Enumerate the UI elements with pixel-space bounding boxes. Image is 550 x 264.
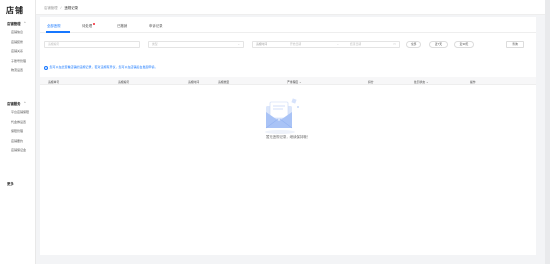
empty-state-text: 暂无违规记录，继续保持哦！ [265,135,311,139]
filter-icon: ⌄ [298,79,302,84]
column-header: 违规时间 [188,79,200,84]
date-start-placeholder: 开始日期 [290,42,302,46]
nav-group-more: 更多 [0,178,36,188]
tab-bar: 全部违规 待处理 已撤销 申诉记录 [40,17,536,33]
chevron-up-icon: ⌃ [23,101,27,105]
tab-appeals[interactable]: 申诉记录 [149,23,163,28]
breadcrumb-parent[interactable]: 店铺管理 [44,6,58,10]
tab-pending-label: 待处理 [82,24,93,28]
column-header[interactable]: 处罚状态 ⌄ [414,80,428,84]
filter-30days-button[interactable]: 近30天 [454,41,474,48]
nav-group-shop-service: 店铺服务 ⌃ 平台店铺保障 代金券设置 保障管理 店铺要约 店铺保证金 [0,98,36,156]
sidebar-item[interactable]: 子账号管理 [0,57,36,67]
column-header[interactable]: 严重程度 ⌄ [287,80,301,84]
sidebar-item[interactable]: 保障管理 [0,127,36,137]
column-header-label: 严重程度 [287,79,299,84]
nav-group-label: 店铺管理 [7,21,21,26]
sidebar-item[interactable]: 代金券设置 [0,118,36,128]
chevron-up-icon: ⌃ [23,21,27,25]
filter-icon: ⌄ [425,79,429,84]
breadcrumb-separator: / [60,6,62,10]
nav-group-title[interactable]: 店铺管理 ⌃ [0,18,36,28]
sidebar-item[interactable]: 店铺要约 [0,137,36,147]
breadcrumb: 店铺管理 / 违规记录 [44,5,78,10]
nav-group-title[interactable]: 更多 [0,178,36,188]
sidebar-item[interactable]: 店铺信息 [0,28,36,38]
main-card: 全部违规 待处理 已撤销 申诉记录 违规编号 类型 ⌄ 违规时间 开始日期 ~ … [40,17,536,255]
tab-all[interactable]: 全部违规 [47,23,61,28]
query-button[interactable]: 查询 [506,41,524,48]
date-end-placeholder: 结束日期 [350,42,362,46]
sidebar-item[interactable]: 平台店铺保障 [0,108,36,118]
column-header: 违规类型 [218,79,230,84]
tab-pending[interactable]: 待处理 [82,23,96,28]
filter-all-button[interactable]: 全部 [406,41,421,48]
info-notice: i 您可以在此查看店铺的违规记录，若对违规有异议，您可以在店铺后台发起申诉。 [44,65,158,70]
nav-group-shop-management: 店铺管理 ⌃ 店铺信息 店铺装修 店铺关系 子账号管理 物流设置 [0,18,36,76]
nav-group-label: 店铺服务 [7,101,21,106]
sidebar: 店铺 店铺管理 ⌃ 店铺信息 店铺装修 店铺关系 子账号管理 物流设置 店铺服务… [0,0,36,264]
sidebar-item[interactable]: 物流设置 [0,66,36,76]
breadcrumb-current: 违规记录 [64,6,78,10]
type-select[interactable]: 类型 ⌄ [148,41,244,48]
column-header-label: 处罚状态 [414,79,426,84]
chevron-down-icon: ⌄ [237,42,240,46]
sidebar-item[interactable]: 店铺保证金 [0,146,36,156]
app-logo: 店铺 [6,6,24,15]
top-header: 店铺管理 / 违规记录 [36,0,550,15]
calendar-icon: ▭ [393,42,396,46]
date-range-picker[interactable]: 违规时间 开始日期 ~ 结束日期 ▭ [252,41,400,48]
scrollbar-track[interactable] [545,0,550,264]
sidebar-item[interactable]: 店铺装修 [0,38,36,48]
type-select-placeholder: 类型 [152,42,158,46]
empty-mail-icon [265,98,299,134]
keyword-input[interactable]: 违规编号 [44,41,140,48]
active-tab-indicator [46,31,70,33]
filter-7days-button[interactable]: 近7天 [429,41,448,48]
sidebar-item[interactable]: 店铺关系 [0,47,36,57]
info-icon: i [44,65,48,70]
nav-group-title[interactable]: 店铺服务 ⌃ [0,98,36,108]
tab-revoked[interactable]: 已撤销 [117,23,127,28]
nav-group-label: 更多 [7,181,14,186]
column-header: 违规单号 [48,79,60,84]
column-header: 扣分 [368,79,374,84]
column-header: 操作 [470,79,476,84]
column-header: 违规编号 [118,79,130,84]
info-text: 您可以在此查看店铺的违规记录，若对违规有异议，您可以在店铺后台发起申诉。 [49,65,158,69]
date-label: 违规时间 [256,42,268,46]
notification-dot-icon [93,23,96,25]
date-separator: ~ [337,42,339,46]
table-header: 违规单号 违规编号 违规时间 违规类型 严重程度 ⌄ 扣分 处罚状态 ⌄ 操作 [40,77,536,85]
app-window: 店铺 店铺管理 ⌃ 店铺信息 店铺装修 店铺关系 子账号管理 物流设置 店铺服务… [0,0,550,264]
